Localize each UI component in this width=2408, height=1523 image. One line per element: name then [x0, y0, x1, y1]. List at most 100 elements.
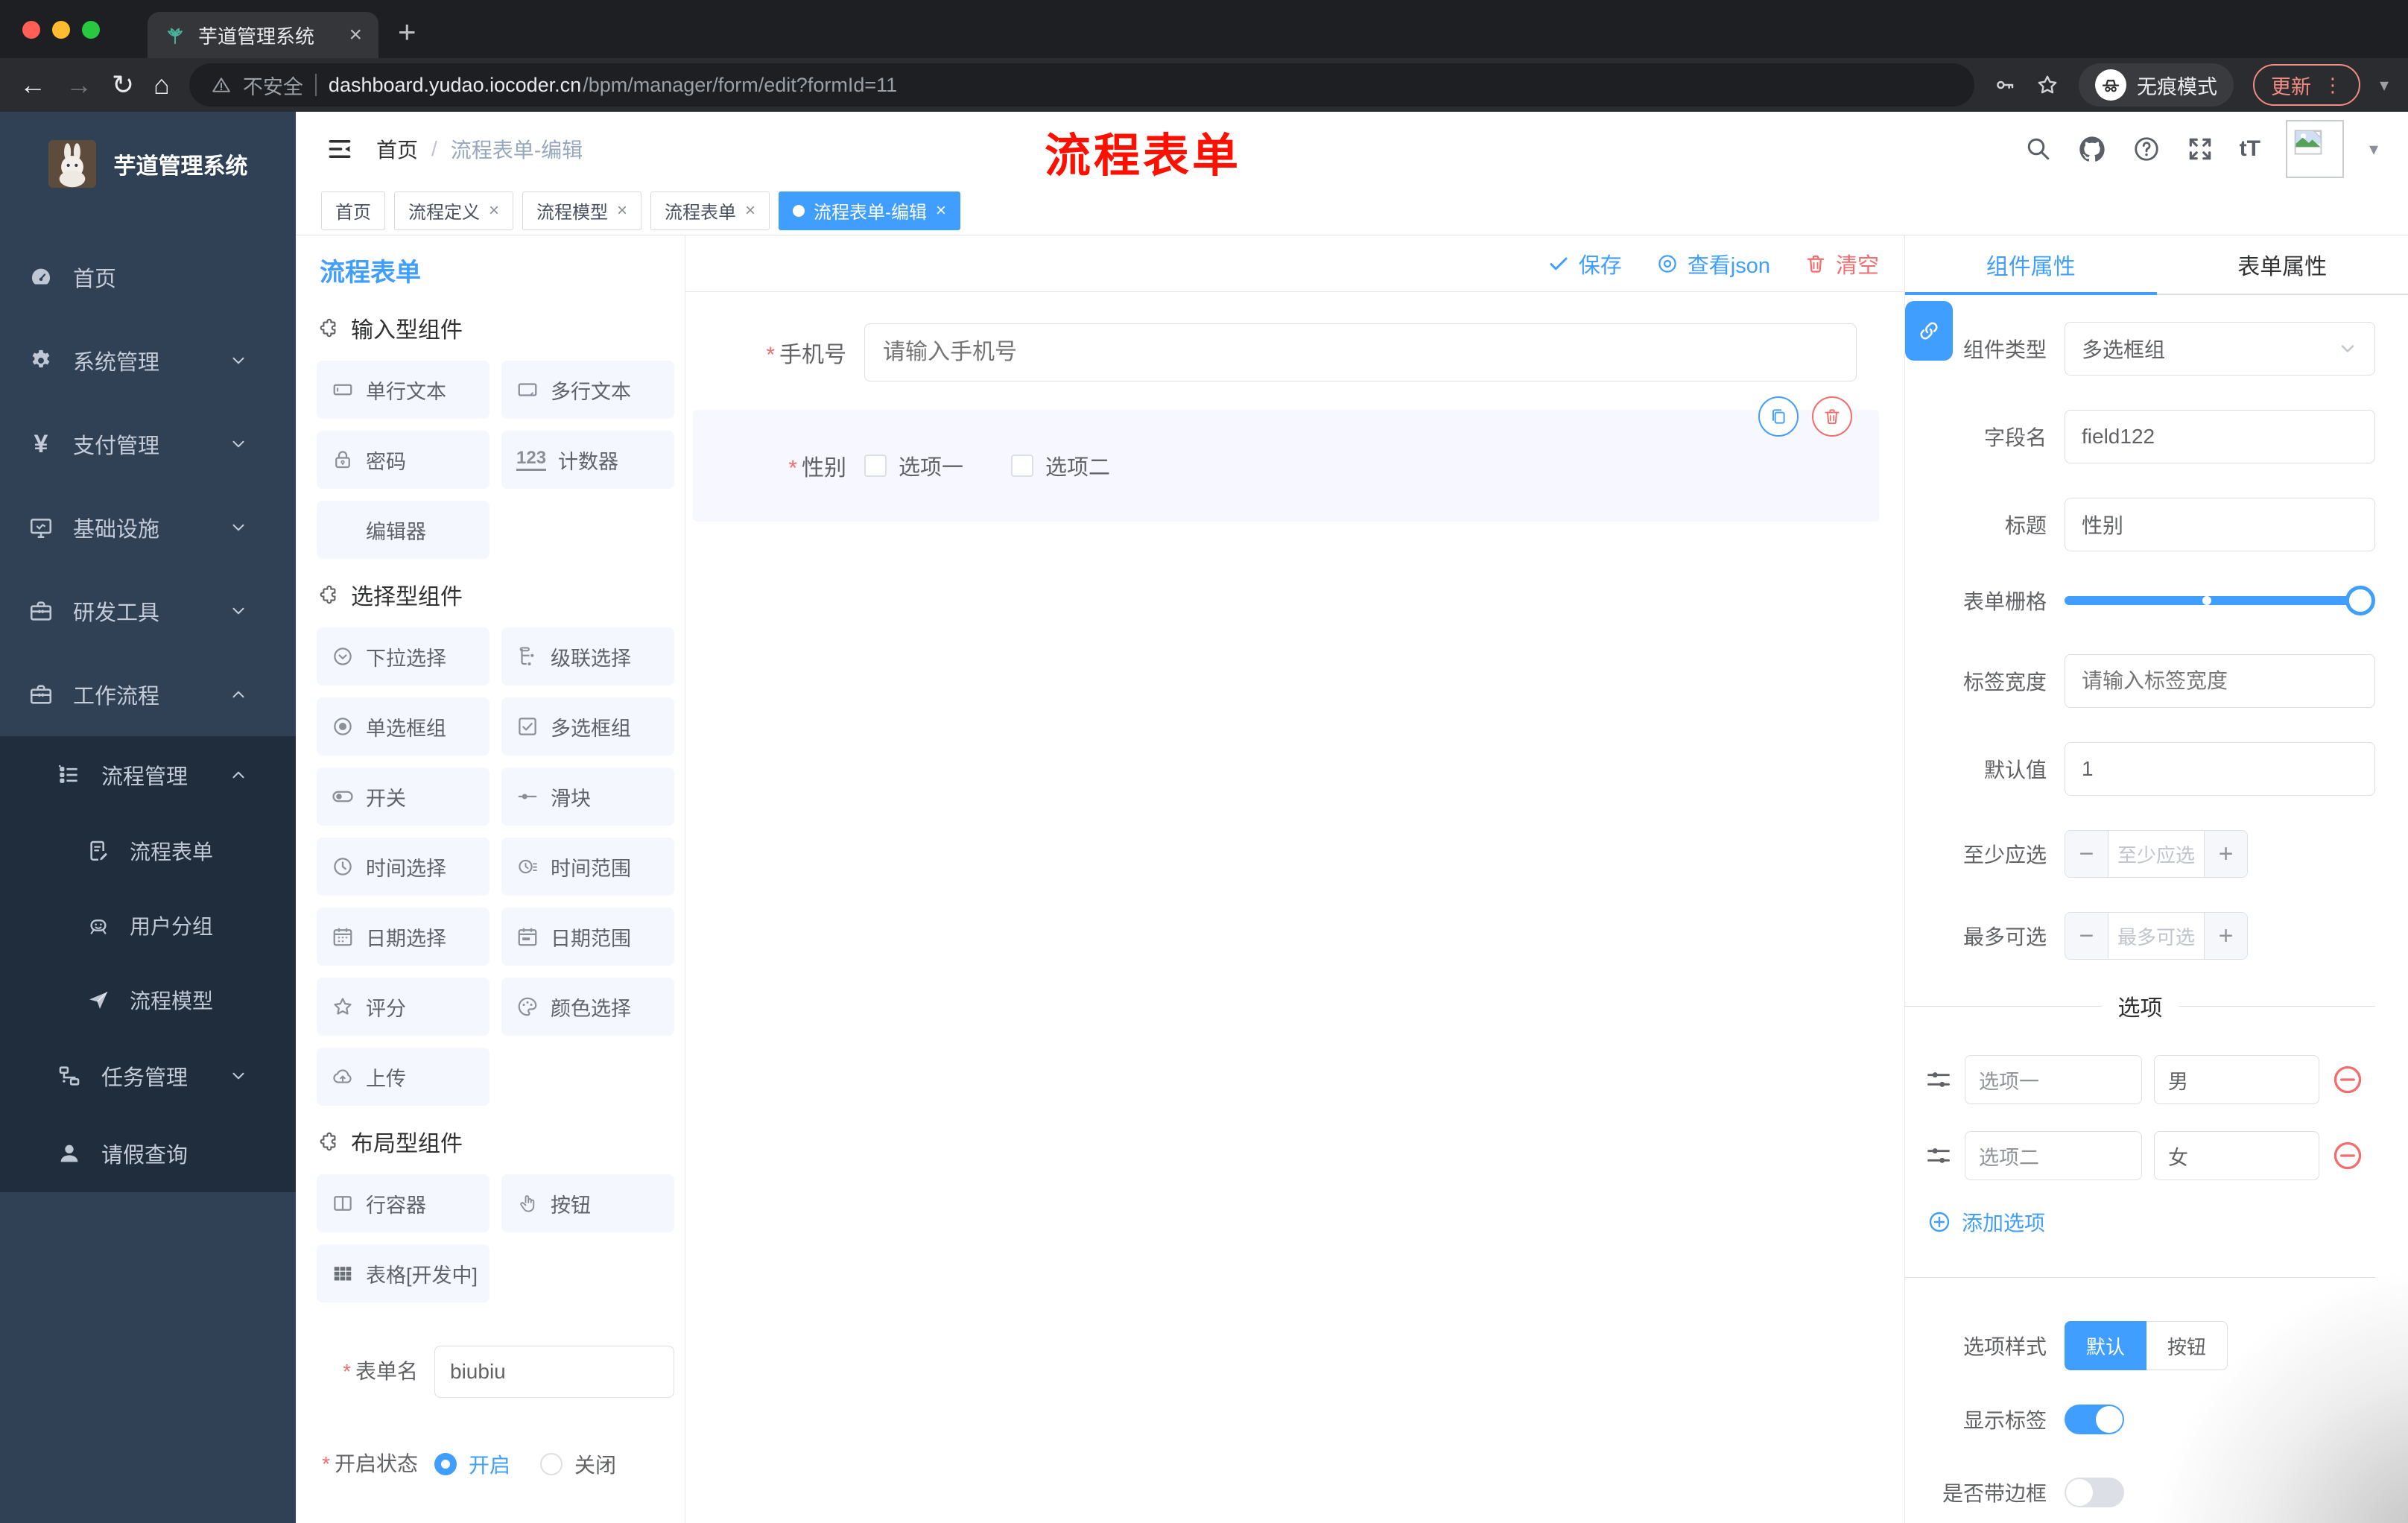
palette-item-select[interactable]: 下拉选择 [317, 627, 489, 685]
save-button[interactable]: 保存 [1547, 248, 1622, 279]
link-drawer-handle[interactable] [1905, 301, 1953, 361]
tag-close-icon[interactable]: × [745, 200, 755, 221]
sidebar-item-infra[interactable]: 基础设施 [0, 486, 296, 569]
maximize-window-button[interactable] [82, 21, 100, 39]
minus-icon[interactable]: − [2065, 831, 2108, 877]
sidebar-item-process-model[interactable]: 流程模型 [0, 963, 296, 1037]
palette-item-slider[interactable]: 滑块 [501, 767, 674, 826]
palette-item-time-picker[interactable]: 时间选择 [317, 838, 489, 896]
tag-close-icon[interactable]: × [617, 200, 627, 221]
sidebar-item-system[interactable]: 系统管理 [0, 319, 296, 402]
sidebar-item-user-group[interactable]: 用户分组 [0, 888, 296, 963]
menu-fold-icon[interactable] [326, 135, 354, 163]
option1-name-input[interactable] [1965, 1055, 2142, 1104]
min-select-value[interactable]: 至少应选 [2108, 831, 2204, 877]
canvas-field-phone[interactable]: * 手机号 [685, 323, 1904, 381]
tag-process-model[interactable]: 流程模型 × [522, 191, 642, 230]
add-option-button[interactable]: 添加选项 [1927, 1207, 2375, 1237]
style-button-button[interactable]: 按钮 [2146, 1321, 2228, 1370]
palette-item-row-container[interactable]: 行容器 [317, 1174, 489, 1232]
view-json-button[interactable]: 查看json [1656, 248, 1770, 279]
palette-item-cascader[interactable]: 级联选择 [501, 627, 674, 685]
close-window-button[interactable] [22, 21, 40, 39]
back-icon[interactable]: ← [19, 72, 46, 98]
minus-icon[interactable]: − [2065, 913, 2108, 959]
palette-item-color-picker[interactable]: 颜色选择 [501, 978, 674, 1036]
sidebar-item-process-management[interactable]: 流程管理 [0, 736, 296, 814]
form-grid-slider[interactable] [2065, 586, 2375, 615]
tab-close-icon[interactable]: × [349, 22, 362, 48]
default-value-input[interactable] [2065, 742, 2375, 796]
reload-icon[interactable]: ↻ [112, 72, 134, 98]
palette-item-button[interactable]: 按钮 [501, 1174, 674, 1232]
forward-icon[interactable]: → [66, 72, 92, 98]
palette-item-multi-text[interactable]: 多行文本 [501, 361, 674, 419]
sidebar-item-devtools[interactable]: 研发工具 [0, 569, 296, 653]
sidebar-item-home[interactable]: 首页 [0, 235, 296, 319]
style-default-button[interactable]: 默认 [2065, 1321, 2147, 1370]
palette-item-date-range[interactable]: 日期范围 [501, 908, 674, 966]
max-select-value[interactable]: 最多可选 [2108, 913, 2204, 959]
status-off-radio[interactable]: 关闭 [540, 1449, 616, 1479]
show-label-switch[interactable] [2065, 1405, 2124, 1434]
label-width-input[interactable] [2065, 654, 2375, 708]
gender-option2-checkbox[interactable]: 选项二 [1011, 450, 1110, 481]
new-tab-button[interactable]: + [398, 16, 416, 48]
palette-item-rate[interactable]: 评分 [317, 978, 489, 1036]
option1-value-input[interactable] [2154, 1055, 2319, 1104]
canvas-field-gender-selected[interactable]: * 性别 选项一 选项二 [693, 396, 1879, 522]
tag-process-form[interactable]: 流程表单 × [650, 191, 770, 230]
tag-process-definition[interactable]: 流程定义 × [394, 191, 514, 230]
palette-item-radio-group[interactable]: 单选框组 [317, 697, 489, 756]
search-icon[interactable] [2025, 136, 2052, 162]
tag-process-form-edit[interactable]: 流程表单-编辑 × [779, 191, 961, 230]
tag-close-icon[interactable]: × [489, 200, 499, 221]
remove-option-icon[interactable] [2331, 1063, 2364, 1096]
bookmark-star-icon[interactable] [2035, 73, 2059, 97]
help-question-icon[interactable] [2132, 135, 2161, 163]
minimize-window-button[interactable] [52, 21, 70, 39]
sidebar-item-task-management[interactable]: 任务管理 [0, 1037, 296, 1115]
option2-value-input[interactable] [2154, 1131, 2319, 1180]
copy-component-button[interactable] [1758, 396, 1799, 437]
status-on-radio[interactable]: 开启 [434, 1449, 510, 1479]
github-icon[interactable] [2077, 134, 2107, 164]
palette-item-date-picker[interactable]: 日期选择 [317, 908, 489, 966]
window-controls[interactable] [22, 21, 100, 39]
palette-item-upload[interactable]: 上传 [317, 1048, 489, 1106]
field-name-input[interactable] [2065, 410, 2375, 463]
font-size-icon[interactable]: tT [2240, 136, 2260, 162]
tab-form-props[interactable]: 表单属性 [2157, 235, 2408, 294]
palette-item-editor[interactable]: 编辑器 [317, 501, 489, 559]
browser-tab[interactable]: 芋道管理系统 × [148, 12, 378, 58]
form-name-input[interactable] [434, 1346, 674, 1398]
palette-item-checkbox-group[interactable]: 多选框组 [501, 697, 674, 756]
plus-icon[interactable]: + [2204, 913, 2247, 959]
sidebar-item-workflow[interactable]: 工作流程 [0, 653, 296, 736]
border-switch[interactable] [2065, 1478, 2124, 1507]
title-input[interactable] [2065, 498, 2375, 551]
min-select-stepper[interactable]: − 至少应选 + [2065, 830, 2248, 878]
clear-button[interactable]: 清空 [1805, 248, 1879, 279]
option2-name-input[interactable] [1965, 1131, 2142, 1180]
gender-option1-checkbox[interactable]: 选项一 [864, 450, 963, 481]
key-icon[interactable] [1994, 74, 2016, 96]
address-bar[interactable]: 不安全 dashboard.yudao.iocoder.cn/bpm/manag… [188, 63, 1974, 107]
palette-item-single-text[interactable]: 单行文本 [317, 361, 489, 419]
breadcrumb-home[interactable]: 首页 [376, 134, 418, 164]
palette-item-counter[interactable]: 123 计数器 [501, 431, 674, 489]
avatar[interactable] [2285, 120, 2344, 178]
component-type-select[interactable]: 多选框组 [2065, 322, 2375, 376]
slider-handle[interactable] [2345, 586, 2375, 615]
max-select-stepper[interactable]: − 最多可选 + [2065, 912, 2248, 960]
palette-item-table[interactable]: 表格[开发中] [317, 1244, 489, 1302]
fullscreen-icon[interactable] [2186, 135, 2214, 163]
remove-option-icon[interactable] [2331, 1139, 2364, 1172]
sidebar-item-payment[interactable]: ¥ 支付管理 [0, 402, 296, 486]
drag-handle-icon[interactable] [1924, 1066, 1953, 1094]
sidebar-item-leave-query[interactable]: 请假查询 [0, 1115, 296, 1192]
home-icon[interactable]: ⌂ [153, 72, 170, 98]
sidebar-item-process-form[interactable]: 流程表单 [0, 814, 296, 888]
palette-item-switch[interactable]: 开关 [317, 767, 489, 826]
avatar-caret-icon[interactable]: ▾ [2369, 139, 2378, 160]
